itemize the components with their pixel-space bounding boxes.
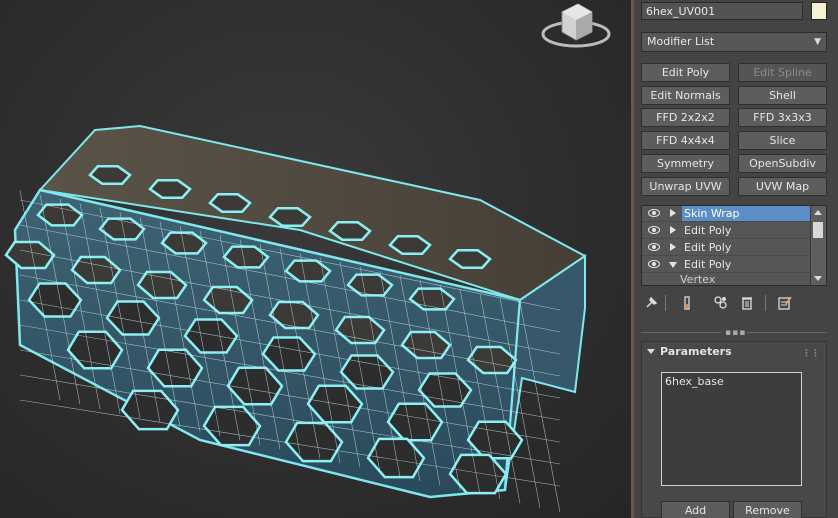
uvw-map-button[interactable]: UVW Map [738, 177, 827, 196]
grip-dots-icon: ▪▪▪ [725, 328, 747, 338]
slice-button[interactable]: Slice [738, 131, 827, 150]
stack-item[interactable]: Edit Poly [642, 257, 810, 273]
stack-item-label: Skin Wrap [682, 206, 810, 221]
scroll-up-icon[interactable] [814, 210, 822, 215]
expand-arrow-icon[interactable] [670, 226, 676, 234]
ffd-2x2x2-button[interactable]: FFD 2x2x2 [641, 108, 730, 127]
make-unique-icon[interactable] [713, 295, 729, 311]
command-panel: 6hex_UV001 Modifier List ▼ Edit Poly Edi… [634, 0, 838, 518]
eye-icon[interactable] [648, 209, 660, 217]
perspective-viewport[interactable] [0, 0, 631, 518]
chevron-down-icon: ▼ [814, 37, 821, 47]
grip-line [747, 332, 827, 333]
edit-normals-button[interactable]: Edit Normals [641, 86, 730, 105]
stack-item[interactable]: Skin Wrap [642, 206, 810, 222]
stack-item-label: Edit Poly [684, 258, 732, 271]
eye-icon[interactable] [648, 226, 660, 234]
object-name-field[interactable]: 6hex_UV001 [641, 2, 803, 20]
panel-grip[interactable]: ▪▪▪ [641, 328, 827, 338]
ffd-3x3x3-button[interactable]: FFD 3x3x3 [738, 108, 827, 127]
shell-button[interactable]: Shell [738, 86, 827, 105]
collapse-arrow-icon [647, 349, 655, 354]
target-list[interactable]: 6hex_base [661, 372, 802, 486]
stack-scrollbar[interactable] [810, 206, 826, 285]
list-item[interactable]: 6hex_base [662, 373, 801, 390]
ffd-4x4x4-button[interactable]: FFD 4x4x4 [641, 131, 730, 150]
remove-modifier-icon[interactable] [739, 295, 755, 311]
eye-icon[interactable] [648, 260, 660, 268]
stack-tools [641, 293, 827, 315]
drag-handle-icon[interactable]: ⋮⋮ [802, 344, 820, 364]
collapse-arrow-icon[interactable] [669, 262, 677, 268]
unwrap-uvw-button[interactable]: Unwrap UVW [641, 177, 730, 196]
symmetry-button[interactable]: Symmetry [641, 154, 730, 173]
viewcube-icon[interactable] [540, 0, 612, 54]
parameters-header[interactable]: Parameters ⋮⋮ [642, 342, 826, 362]
divider [765, 295, 766, 311]
stack-item[interactable]: Edit Poly [642, 223, 810, 239]
remove-button[interactable]: Remove [733, 501, 802, 518]
stack-item[interactable]: Edit Poly [642, 240, 810, 256]
parameters-title: Parameters [660, 345, 732, 358]
scroll-thumb[interactable] [813, 222, 823, 238]
stack-sub-item[interactable]: Vertex [680, 273, 715, 286]
opensubdiv-button[interactable]: OpenSubdiv [738, 154, 827, 173]
add-button[interactable]: Add [661, 501, 730, 518]
edit-spline-button: Edit Spline [738, 63, 827, 82]
parameters-rollout: Parameters ⋮⋮ 6hex_base Add Remove [641, 341, 827, 518]
edit-poly-button[interactable]: Edit Poly [641, 63, 730, 82]
grip-line [641, 332, 721, 333]
modifier-list-dropdown[interactable]: Modifier List ▼ [641, 32, 827, 52]
scroll-down-icon[interactable] [814, 276, 822, 281]
object-color-swatch[interactable] [811, 2, 827, 20]
expand-arrow-icon[interactable] [670, 209, 676, 217]
stack-item-label: Edit Poly [684, 241, 732, 254]
divider [665, 295, 666, 311]
eye-icon[interactable] [648, 243, 660, 251]
mesh-wireframe [4, 124, 587, 513]
modifier-list-label: Modifier List [647, 35, 715, 48]
expand-arrow-icon[interactable] [670, 243, 676, 251]
show-end-result-icon[interactable] [679, 295, 695, 311]
stack-item-label: Edit Poly [684, 224, 732, 237]
modifier-stack: Skin Wrap Edit Poly Edit Poly Edit Poly … [641, 205, 827, 286]
configure-modifier-sets-icon[interactable] [777, 295, 793, 311]
pin-stack-icon[interactable] [643, 295, 659, 311]
